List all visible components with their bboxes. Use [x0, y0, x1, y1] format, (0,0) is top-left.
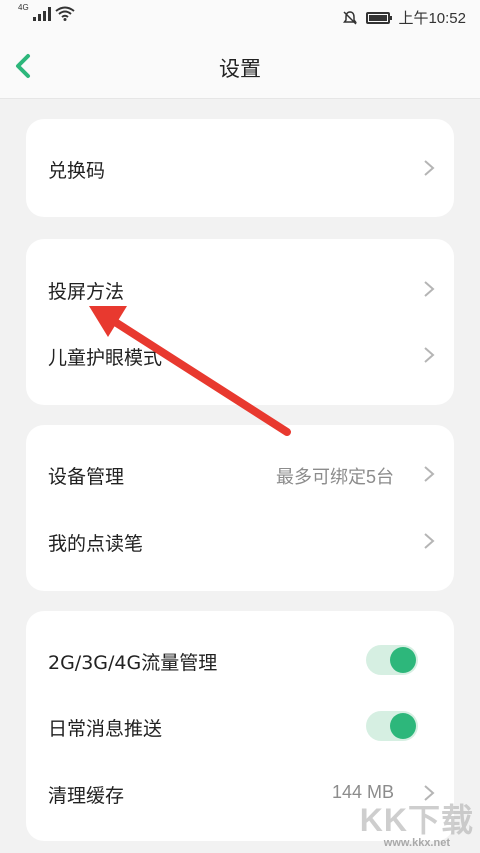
push-notifications-row: 日常消息推送	[26, 700, 454, 752]
row-value: 最多可绑定5台	[275, 467, 394, 487]
network-type: 4G	[18, 3, 29, 12]
signal-icon	[32, 7, 51, 21]
clock: 上午10:52	[398, 10, 466, 27]
settings-card-redeem: 兑换码	[26, 119, 454, 217]
data-usage-toggle[interactable]	[366, 645, 418, 675]
toggle-knob	[390, 647, 416, 673]
battery-icon	[366, 11, 393, 24]
clear-cache-row[interactable]: 清理缓存 144 MB	[26, 767, 454, 819]
screen-cast-method-row[interactable]: 投屏方法	[26, 263, 454, 315]
toggle-knob	[390, 713, 416, 739]
row-label: 设备管理	[48, 466, 125, 488]
chevron-right-icon	[424, 281, 435, 297]
row-label: 我的点读笔	[48, 533, 144, 555]
push-notifications-toggle[interactable]	[366, 711, 418, 741]
data-usage-row: 2G/3G/4G流量管理	[26, 634, 454, 686]
row-label: 儿童护眼模式	[48, 347, 163, 369]
wifi-icon	[55, 6, 75, 21]
row-value: 144 MB	[331, 782, 394, 802]
row-label: 清理缓存	[48, 785, 125, 807]
chevron-right-icon	[424, 160, 435, 176]
row-label: 2G/3G/4G流量管理	[48, 652, 218, 674]
nav-header: 设置	[0, 34, 480, 99]
child-eye-care-row[interactable]: 儿童护眼模式	[26, 329, 454, 381]
redeem-code-row[interactable]: 兑换码	[26, 142, 454, 194]
row-label: 投屏方法	[48, 281, 125, 303]
page-title: 设置	[219, 57, 261, 81]
status-left: 4G	[18, 3, 75, 21]
device-management-row[interactable]: 设备管理 最多可绑定5台	[26, 448, 454, 500]
row-label: 兑换码	[48, 160, 106, 182]
status-right: 上午10:52	[342, 7, 466, 28]
my-reading-pen-row[interactable]: 我的点读笔	[26, 515, 454, 567]
chevron-right-icon	[424, 785, 435, 801]
row-label: 日常消息推送	[48, 718, 163, 740]
settings-card-devices: 设备管理 最多可绑定5台 我的点读笔	[26, 425, 454, 591]
settings-card-general: 2G/3G/4G流量管理 日常消息推送 清理缓存 144 MB	[26, 611, 454, 841]
bell-off-icon	[343, 10, 358, 25]
chevron-right-icon	[424, 347, 435, 363]
chevron-right-icon	[424, 466, 435, 482]
settings-card-display: 投屏方法 儿童护眼模式	[26, 239, 454, 405]
status-bar: 4G 上午10:52	[0, 0, 480, 34]
chevron-right-icon	[424, 533, 435, 549]
